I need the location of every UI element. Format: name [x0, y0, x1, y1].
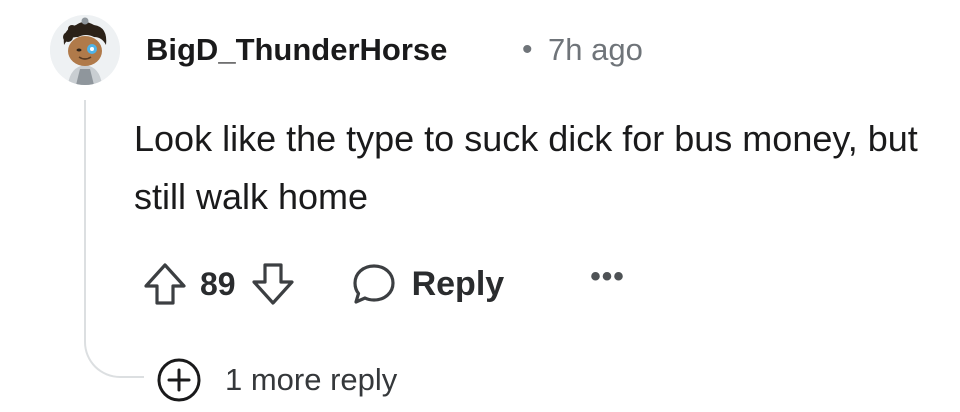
- more-replies-label: 1 more reply: [225, 362, 398, 397]
- more-replies-button[interactable]: 1 more reply: [155, 356, 397, 404]
- more-options-button[interactable]: •••: [590, 262, 625, 306]
- reply-icon-wrap: [350, 260, 398, 308]
- arrow-up-icon: [144, 263, 186, 305]
- upvote-button[interactable]: [140, 259, 190, 309]
- downvote-button[interactable]: [248, 259, 298, 309]
- speech-bubble-icon: [352, 264, 395, 304]
- meta-separator: •: [522, 33, 533, 66]
- reply-button[interactable]: Reply: [350, 260, 505, 308]
- reply-label: Reply: [411, 264, 505, 303]
- comment: BigD_ThunderHorse • 7h ago Look like the…: [0, 0, 960, 412]
- username-link[interactable]: BigD_ThunderHorse: [146, 30, 447, 70]
- vote-count: 89: [200, 265, 236, 302]
- arrow-down-icon: [251, 263, 294, 305]
- plus-circle-icon: [157, 358, 201, 402]
- comment-body: Look like the type to suck dick for bus …: [134, 118, 918, 217]
- expand-replies-icon-wrap: [155, 356, 203, 404]
- comment-actions: 89 Reply •••: [140, 258, 625, 310]
- snoo-avatar-icon: [50, 15, 120, 85]
- avatar[interactable]: [50, 15, 120, 85]
- timestamp[interactable]: 7h ago: [548, 30, 643, 70]
